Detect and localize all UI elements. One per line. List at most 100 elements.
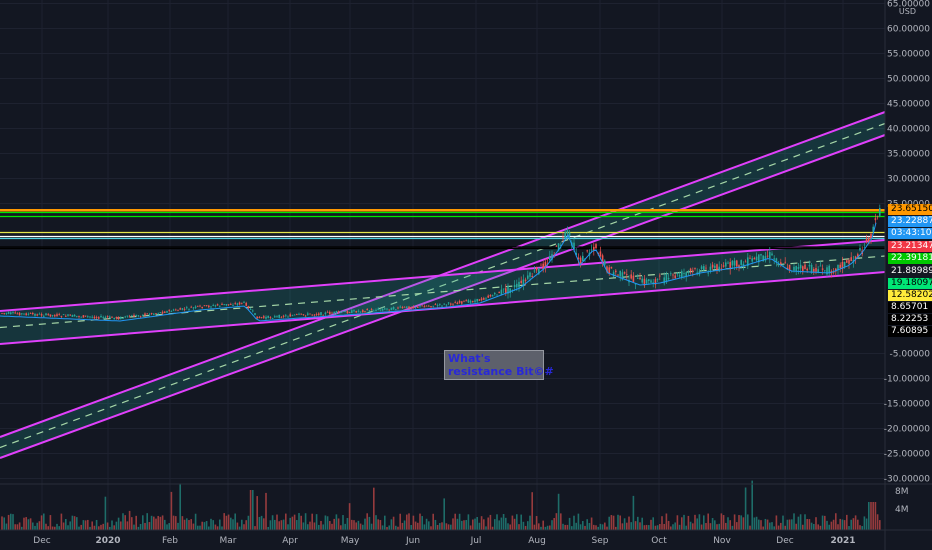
text-annotation[interactable]: What's resistance Bit©# bbox=[444, 350, 554, 380]
candle-body bbox=[315, 314, 318, 315]
volume-bar bbox=[687, 515, 690, 530]
time-axis-label: 2021 bbox=[830, 536, 855, 546]
horizontal-levels[interactable] bbox=[0, 209, 885, 250]
candle-body bbox=[755, 256, 758, 261]
candle-body bbox=[535, 267, 538, 271]
price-chart[interactable]: 65.0000060.0000055.0000050.0000045.00000… bbox=[0, 0, 932, 550]
candle-body bbox=[478, 299, 481, 301]
candle-body bbox=[249, 309, 252, 310]
candle-body bbox=[324, 312, 327, 315]
candle-body bbox=[311, 314, 313, 316]
candle-body bbox=[172, 309, 175, 311]
volume-bar bbox=[7, 514, 10, 530]
candle-body bbox=[188, 309, 190, 311]
time-axis-label: Apr bbox=[282, 536, 298, 546]
candle-body bbox=[516, 283, 518, 288]
volume-bar bbox=[241, 519, 243, 530]
volume-bar bbox=[784, 525, 786, 530]
volume-bar bbox=[25, 517, 27, 530]
candle-body bbox=[672, 274, 674, 276]
volume-bar bbox=[623, 518, 626, 530]
currency-label: USD bbox=[898, 7, 916, 16]
volume-bar bbox=[340, 525, 342, 530]
volume-bar bbox=[806, 518, 808, 530]
price-tag-label: 23.65150 bbox=[888, 204, 932, 215]
candle-body bbox=[753, 257, 756, 260]
volume-bar bbox=[659, 524, 661, 530]
candle-body bbox=[590, 249, 593, 251]
candle-body bbox=[309, 313, 311, 315]
volume-bar bbox=[95, 519, 98, 530]
volume-bar bbox=[703, 515, 705, 530]
volume-bar bbox=[654, 525, 657, 530]
candle-body bbox=[434, 304, 437, 306]
volume-bar bbox=[120, 521, 122, 530]
volume-bar bbox=[146, 513, 148, 530]
candle-body bbox=[329, 311, 331, 315]
candle-body bbox=[727, 262, 729, 264]
volume-bar bbox=[234, 513, 236, 530]
volume-bar bbox=[285, 513, 287, 530]
candle-body bbox=[656, 278, 659, 280]
time-axis-label: Jun bbox=[405, 536, 420, 546]
volume-bar bbox=[111, 520, 113, 530]
candle-body bbox=[549, 256, 551, 260]
candle-body bbox=[650, 280, 652, 283]
volume-bar bbox=[100, 524, 102, 530]
candle-body bbox=[32, 313, 34, 315]
volume-bar bbox=[131, 517, 133, 530]
candle-body bbox=[131, 315, 133, 317]
candle-body bbox=[150, 312, 153, 314]
candle-body bbox=[795, 266, 797, 271]
candle-body bbox=[133, 314, 135, 317]
volume-bar bbox=[650, 519, 652, 530]
volume-bar bbox=[60, 513, 63, 530]
candle-body bbox=[395, 309, 397, 310]
volume-bar bbox=[872, 502, 874, 530]
volume-bar bbox=[238, 526, 241, 530]
volume-bar bbox=[645, 524, 648, 530]
candle-body bbox=[480, 298, 483, 301]
candle-body bbox=[623, 272, 626, 274]
candle-body bbox=[219, 305, 221, 307]
volume-bar bbox=[465, 520, 467, 530]
candle-body bbox=[408, 306, 410, 309]
volume-bar bbox=[307, 524, 309, 530]
time-axis[interactable]: Dec 2020 Feb Mar Apr May Jun Jul Aug Sep Oct Nov Dec… bbox=[0, 529, 932, 546]
time-axis-label: Oct bbox=[651, 536, 667, 546]
candle-body bbox=[120, 316, 122, 319]
candle-body bbox=[368, 310, 371, 312]
candle-body bbox=[496, 294, 498, 296]
candle-body bbox=[216, 304, 219, 306]
candle-body bbox=[417, 307, 419, 309]
volume-bar bbox=[716, 524, 718, 530]
candle-body bbox=[49, 314, 52, 317]
candle-body bbox=[271, 318, 274, 319]
candle-body bbox=[205, 305, 208, 307]
volume-bar bbox=[3, 517, 5, 530]
candle-body bbox=[714, 265, 716, 269]
candle-body bbox=[802, 266, 804, 272]
volume-bar bbox=[293, 514, 296, 530]
candle-body bbox=[115, 316, 118, 319]
trend-channels[interactable] bbox=[0, 111, 886, 459]
volume-bar bbox=[863, 516, 866, 530]
candle-body bbox=[815, 268, 817, 272]
volume-bar bbox=[313, 522, 316, 530]
volume-bar bbox=[93, 525, 96, 530]
volume-bar bbox=[170, 491, 173, 530]
volume-bar bbox=[689, 521, 692, 530]
candle-body bbox=[483, 298, 485, 300]
time-axis-label: Feb bbox=[162, 536, 178, 546]
volume-bar bbox=[725, 522, 727, 530]
volume-bar bbox=[808, 519, 811, 530]
volume-bar bbox=[280, 520, 283, 530]
candle-body bbox=[364, 311, 366, 312]
candle-body bbox=[689, 268, 692, 271]
candle-body bbox=[276, 315, 278, 317]
candle-body bbox=[524, 279, 527, 281]
candle-body bbox=[399, 306, 401, 308]
candle-body bbox=[91, 316, 93, 318]
volume-bar bbox=[652, 517, 654, 530]
candle-body bbox=[645, 279, 648, 284]
